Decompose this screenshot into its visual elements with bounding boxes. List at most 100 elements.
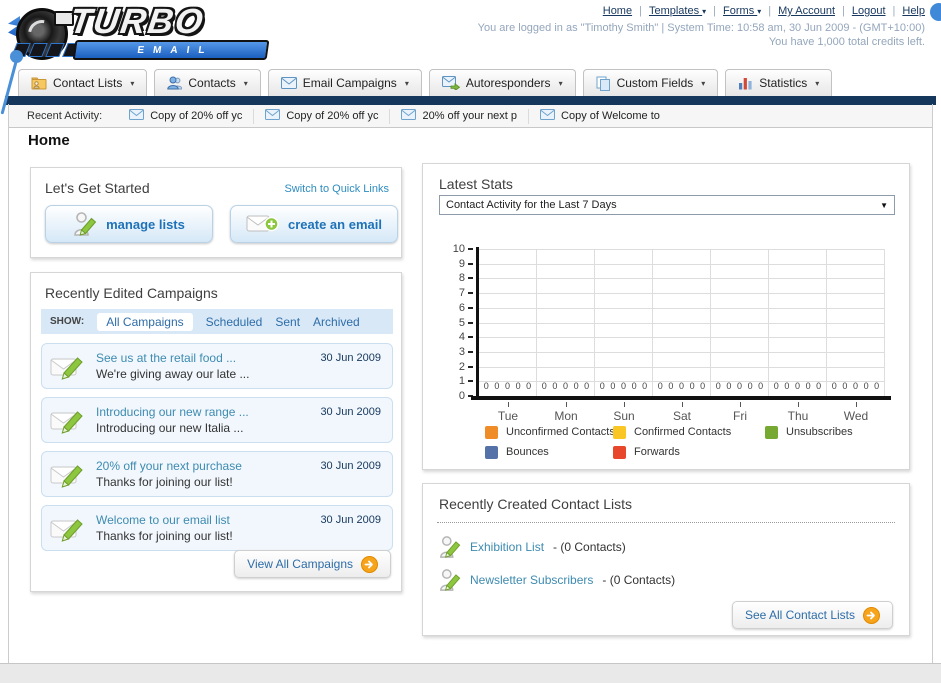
- contact-list-item[interactable]: Newsletter Subscribers - (0 Contacts): [439, 563, 675, 596]
- campaign-list: See us at the retail food ... We're givin…: [41, 343, 393, 559]
- get-started-panel: Let's Get Started Switch to Quick Links …: [30, 167, 402, 258]
- statistics-icon: [738, 76, 753, 90]
- recent-activity-item[interactable]: Copy of Welcome to: [528, 108, 671, 124]
- header-link-help[interactable]: Help: [902, 5, 925, 17]
- campaign-title-link[interactable]: See us at the retail food ...: [96, 350, 249, 366]
- y-tick-label: 9: [459, 258, 473, 270]
- contact-list-link[interactable]: Newsletter Subscribers: [470, 573, 593, 587]
- bar-value-label: 0: [863, 381, 869, 391]
- filter-sent[interactable]: Sent: [275, 315, 300, 329]
- chart-y-axis: 0 1 2 3 4 5 6 7 8 9 10: [439, 243, 473, 402]
- tab-custom-fields[interactable]: Custom Fields ▾: [582, 69, 719, 96]
- tab-statistics[interactable]: Statistics ▾: [725, 69, 833, 96]
- filter-scheduled[interactable]: Scheduled: [206, 315, 263, 329]
- filter-all-campaigns[interactable]: All Campaigns: [97, 312, 193, 331]
- legend-swatch: [613, 445, 626, 459]
- recent-activity-item[interactable]: Copy of 20% off yc: [118, 109, 253, 124]
- legend-swatch: [613, 425, 626, 439]
- campaign-title-link[interactable]: 20% off your next purchase: [96, 458, 242, 474]
- campaign-title-link[interactable]: Welcome to our email list: [96, 512, 233, 528]
- login-status-text: You are logged in as "Timothy Smith" | S…: [477, 22, 925, 34]
- tab-contact-lists[interactable]: Contact Lists ▾: [18, 69, 148, 96]
- bar-value-label: 0: [842, 381, 848, 391]
- dotted-divider: [437, 522, 895, 523]
- chevron-down-icon: ▾: [558, 78, 563, 88]
- campaign-item[interactable]: Welcome to our email list Thanks for join…: [41, 505, 393, 551]
- manage-lists-icon: [73, 211, 97, 237]
- header-link-home[interactable]: Home: [603, 5, 632, 17]
- campaign-envelope-pencil-icon: [50, 407, 88, 440]
- campaign-envelope-pencil-icon: [50, 353, 88, 386]
- header-link-forms[interactable]: Forms ▾: [723, 5, 761, 17]
- bar-value-label: 0: [631, 381, 637, 391]
- header-link-my-account[interactable]: My Account: [778, 5, 835, 17]
- bar-value-label: 0: [816, 381, 822, 391]
- manage-lists-button[interactable]: manage lists: [45, 205, 213, 243]
- campaign-item[interactable]: See us at the retail food ... We're givin…: [41, 343, 393, 389]
- get-started-buttons: manage lists create an email: [45, 205, 398, 243]
- bar-value-label: 0: [494, 381, 500, 391]
- contact-list-link[interactable]: Exhibition List: [470, 540, 544, 554]
- filter-archived[interactable]: Archived: [313, 315, 360, 329]
- recent-activity-bar: Recent Activity: Copy of 20% off yc Copy …: [9, 105, 932, 128]
- link-separator: |: [639, 5, 642, 17]
- contacts-icon: [167, 76, 183, 90]
- campaign-subtitle: Thanks for joining our list!: [96, 529, 233, 543]
- bar-value-label: 0: [515, 381, 521, 391]
- campaign-item[interactable]: 20% off your next purchase Thanks for joi…: [41, 451, 393, 497]
- tab-autoresponders[interactable]: Autoresponders ▾: [428, 69, 576, 96]
- bar-value-label: 0: [874, 381, 880, 391]
- bar-value-label: 0: [573, 381, 579, 391]
- see-all-contact-lists-button[interactable]: See All Contact Lists: [731, 601, 893, 629]
- recent-activity-item[interactable]: 20% off your next p: [389, 108, 528, 124]
- bar-value-label: 0: [504, 381, 510, 391]
- nav-bottom-bar: [5, 96, 936, 105]
- chart-bar-group: 00000: [595, 249, 653, 396]
- view-all-campaigns-button[interactable]: View All Campaigns: [234, 550, 391, 578]
- person-pencil-icon: [439, 534, 461, 560]
- switch-to-quick-links[interactable]: Switch to Quick Links: [284, 183, 389, 195]
- chart-bar-group: 00000: [769, 249, 827, 396]
- chart-x-axis: Tue Mon Sun Sat Fri Thu Wed: [479, 402, 885, 423]
- app-logo[interactable]: TURBO EMAIL: [8, 2, 278, 66]
- email-campaigns-icon: [280, 77, 297, 89]
- campaigns-title: Recently Edited Campaigns: [45, 285, 218, 301]
- header-link-templates[interactable]: Templates ▾: [649, 5, 706, 17]
- recent-activity-item[interactable]: Copy of 20% off yc: [253, 108, 389, 124]
- contact-lists-panel: Recently Created Contact Lists Exhibitio…: [422, 483, 910, 636]
- turbo-email-dashboard: TURBO EMAIL Home | Templates ▾ | Forms ▾ | My …: [0, 0, 941, 683]
- y-tick-label: 7: [459, 287, 473, 299]
- campaign-date: 30 Jun 2009: [320, 460, 381, 472]
- custom-fields-icon: [596, 76, 611, 91]
- link-separator: |: [892, 5, 896, 17]
- header-link-logout[interactable]: Logout: [852, 5, 886, 17]
- tab-email-campaigns[interactable]: Email Campaigns ▾: [267, 69, 422, 96]
- bar-value-label: 0: [526, 381, 532, 391]
- bar-value-label: 0: [599, 381, 605, 391]
- bar-value-label: 0: [715, 381, 721, 391]
- bar-value-label: 0: [726, 381, 732, 391]
- get-started-title: Let's Get Started: [45, 180, 150, 196]
- legend-swatch: [485, 425, 498, 439]
- arrow-right-icon: [361, 555, 378, 573]
- chart-bar-group: 00000: [537, 249, 595, 396]
- legend-item: Unconfirmed Contacts: [485, 424, 615, 440]
- recent-activity-items: Copy of 20% off yc Copy of 20% off yc 20% …: [118, 108, 671, 124]
- chevron-down-icon: ▼: [880, 200, 888, 210]
- create-an-email-button[interactable]: create an email: [230, 205, 398, 243]
- y-tick-label: 1: [459, 375, 473, 387]
- x-tick-label: Wed: [827, 402, 885, 423]
- bar-value-label: 0: [541, 381, 547, 391]
- stats-period-select[interactable]: Contact Activity for the Last 7 Days ▼: [439, 195, 895, 215]
- campaign-item[interactable]: Introducing our new range ... Introducing…: [41, 397, 393, 443]
- campaign-title-link[interactable]: Introducing our new range ...: [96, 404, 249, 420]
- tab-contacts[interactable]: Contacts ▾: [154, 69, 261, 96]
- campaign-envelope-pencil-icon: [50, 515, 88, 548]
- bar-value-label: 0: [483, 381, 489, 391]
- corner-dot-decoration: [930, 3, 941, 21]
- envelope-icon: [265, 109, 281, 123]
- y-tick-label: 10: [453, 243, 473, 255]
- contact-list-item[interactable]: Exhibition List - (0 Contacts): [439, 530, 675, 563]
- bar-value-label: 0: [852, 381, 858, 391]
- campaign-subtitle: Introducing our new Italia ...: [96, 421, 244, 435]
